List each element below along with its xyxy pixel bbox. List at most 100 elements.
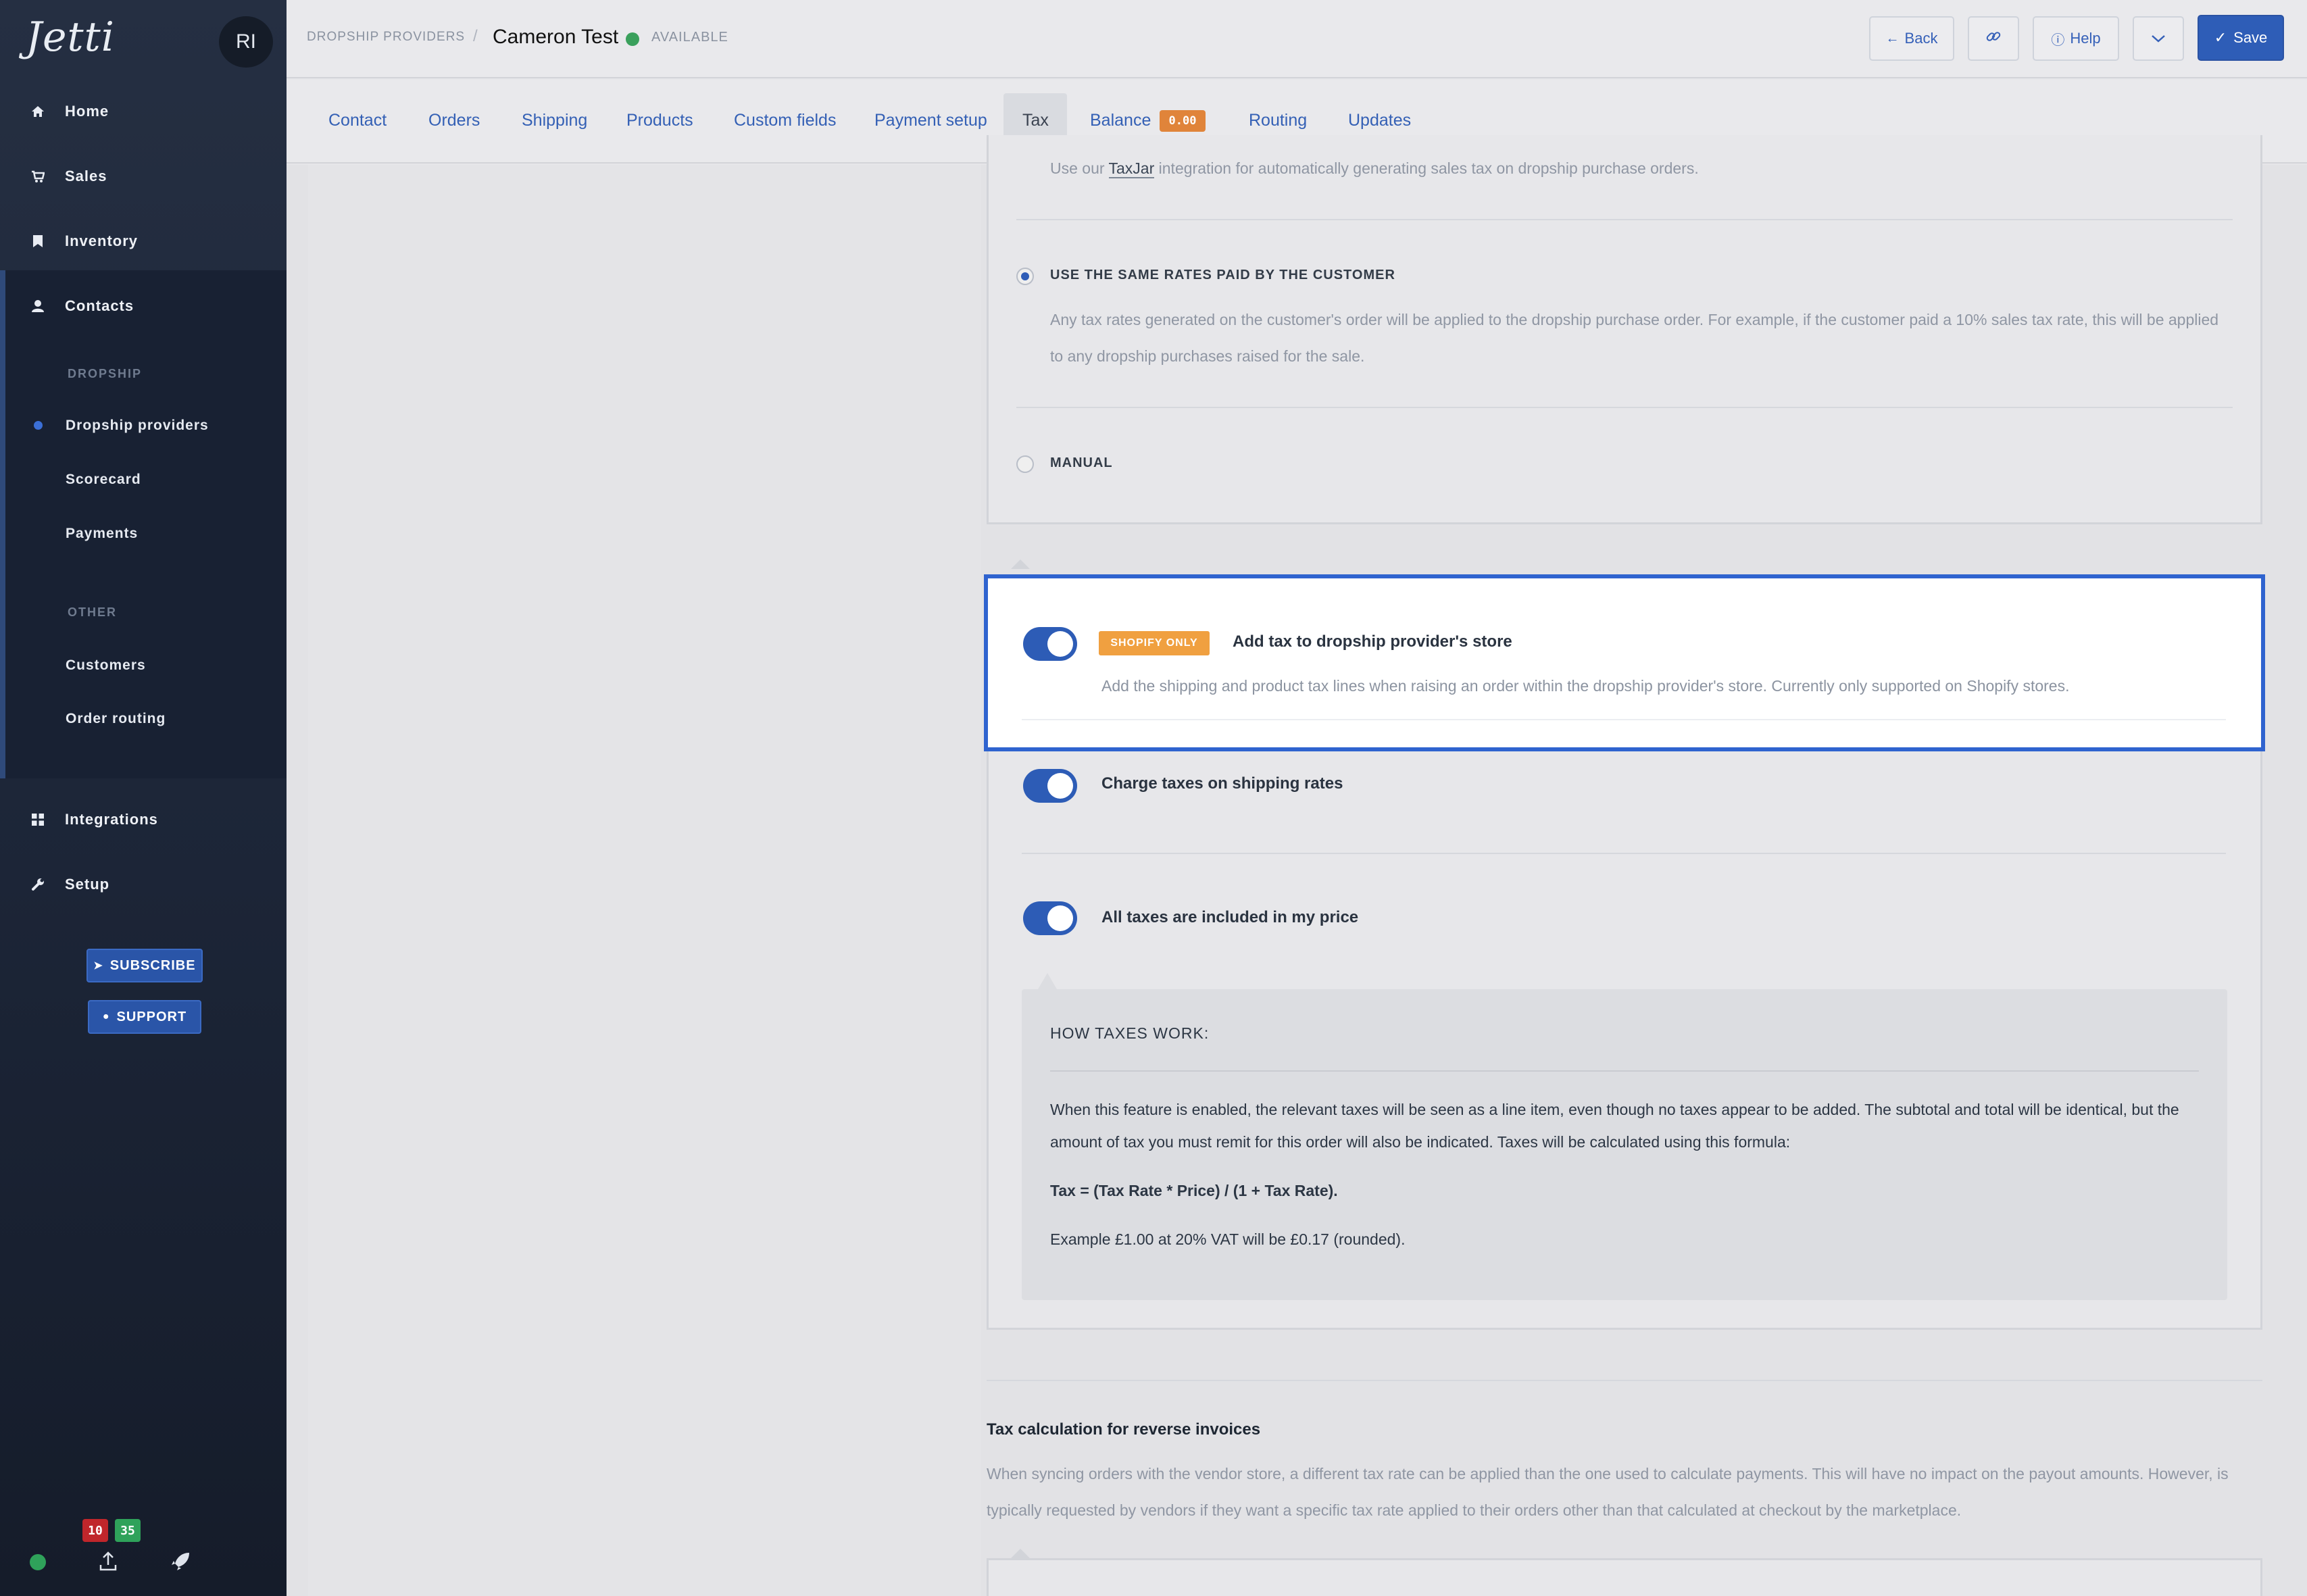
status-dot-icon	[626, 32, 639, 46]
taxjar-description: Use our TaxJar integration for automatic…	[1050, 150, 1699, 186]
how-taxes-title: HOW TAXES WORK:	[1050, 1024, 1210, 1042]
more-dropdown-button[interactable]	[2133, 16, 2184, 61]
left-panel	[308, 165, 981, 1596]
support-button[interactable]: ● SUPPORT	[88, 1000, 201, 1034]
option-manual-label: MANUAL	[1050, 455, 1113, 470]
notification-badge-green[interactable]: 35	[115, 1519, 141, 1542]
subscribe-label: SUBSCRIBE	[109, 957, 196, 973]
tab-balance[interactable]: Balance	[1090, 111, 1151, 130]
sidebar-item-label: Home	[65, 103, 109, 120]
avatar[interactable]: RI	[219, 16, 273, 68]
taxjar-post-text: integration for automatically generating…	[1154, 159, 1699, 177]
sidebar-item-integrations[interactable]: Integrations	[31, 811, 158, 828]
bookmark-icon	[31, 234, 45, 248]
charge-shipping-tax-toggle[interactable]	[1023, 769, 1077, 803]
sidebar-item-setup[interactable]: Setup	[31, 876, 109, 893]
sidebar-item-order-routing[interactable]: Order routing	[66, 711, 166, 727]
jetti-logo[interactable]: Jetti	[26, 14, 115, 61]
sidebar-item-payments[interactable]: Payments	[66, 526, 138, 542]
divider	[1016, 407, 2233, 408]
sidebar-item-customers[interactable]: Customers	[66, 657, 146, 674]
breadcrumb[interactable]: DROPSHIP PROVIDERS	[307, 30, 465, 45]
tab-contact[interactable]: Contact	[328, 111, 387, 130]
add-tax-label: Add tax to dropship provider's store	[1233, 632, 1512, 651]
tab-shipping[interactable]: Shipping	[522, 111, 587, 130]
status-badge: AVAILABLE	[651, 30, 728, 45]
sidebar-item-label: Integrations	[65, 811, 158, 828]
breadcrumb-separator: /	[473, 27, 478, 45]
add-tax-description: Add the shipping and product tax lines w…	[1101, 677, 2070, 695]
other-section-label: OTHER	[68, 605, 117, 619]
tab-orders[interactable]: Orders	[428, 111, 480, 130]
save-button[interactable]: ✓ Save	[2198, 15, 2284, 61]
sidebar: Jetti RI Home Sales Inventory Contacts D…	[0, 0, 287, 1596]
sidebar-item-contacts[interactable]: Contacts	[31, 297, 134, 315]
help-label: Help	[2070, 30, 2101, 47]
dropship-section-label: DROPSHIP	[68, 367, 143, 380]
wrench-icon	[31, 878, 45, 891]
sidebar-item-scorecard[interactable]: Scorecard	[66, 472, 141, 488]
divider	[1022, 853, 2226, 854]
divider	[1050, 1070, 2199, 1072]
tab-updates[interactable]: Updates	[1348, 111, 1411, 130]
back-button[interactable]: ← Back	[1869, 16, 1954, 61]
help-button[interactable]: ⓘ Help	[2033, 16, 2119, 61]
sidebar-item-home[interactable]: Home	[31, 103, 109, 120]
caret	[1011, 559, 1030, 569]
reverse-invoices-title: Tax calculation for reverse invoices	[987, 1420, 1261, 1439]
tab-products[interactable]: Products	[626, 111, 693, 130]
support-label: SUPPORT	[116, 1009, 187, 1024]
save-label: Save	[2233, 29, 2268, 46]
taxjar-link[interactable]: TaxJar	[1108, 159, 1155, 178]
tab-routing[interactable]: Routing	[1249, 111, 1307, 130]
sidebar-item-dropship-providers[interactable]: Dropship providers	[66, 418, 209, 434]
page-title: Cameron Test	[493, 26, 619, 48]
shopify-only-badge: SHOPIFY ONLY	[1099, 631, 1210, 655]
option-same-rates-description: Any tax rates generated on the customer'…	[1050, 311, 2219, 365]
taxjar-pre-text: Use our	[1050, 159, 1109, 177]
chevron-down-icon	[2151, 30, 2166, 47]
contacts-section	[0, 270, 287, 778]
online-status-icon	[30, 1554, 46, 1570]
check-icon: ✓	[2214, 29, 2227, 46]
reverse-invoices-description: When syncing orders with the vendor stor…	[987, 1465, 2229, 1519]
sidebar-item-sales[interactable]: Sales	[31, 168, 107, 185]
link-button[interactable]	[1968, 16, 2019, 61]
active-indicator	[34, 421, 43, 430]
tab-payment-setup[interactable]: Payment setup	[874, 111, 987, 130]
help-circle-icon: ⓘ	[2051, 32, 2065, 48]
add-tax-toggle[interactable]	[1023, 627, 1077, 661]
balance-badge: 0.00	[1160, 110, 1206, 132]
notification-badge-red[interactable]: 10	[82, 1519, 108, 1542]
sidebar-item-label: Sales	[65, 168, 107, 184]
link-icon	[1985, 28, 2002, 49]
tab-tax[interactable]: Tax	[1022, 111, 1049, 130]
divider	[1022, 719, 2226, 720]
taxes-included-toggle[interactable]	[1023, 901, 1077, 935]
help-circle-icon: ●	[102, 1011, 110, 1022]
subscribe-button[interactable]: ➤ SUBSCRIBE	[86, 949, 203, 982]
upload-icon[interactable]	[99, 1551, 118, 1575]
rocket-icon[interactable]	[170, 1551, 191, 1575]
radio-same-rates[interactable]	[1016, 268, 1034, 285]
send-icon: ➤	[93, 960, 103, 972]
caret	[1038, 973, 1057, 989]
option-same-rates-label: USE THE SAME RATES PAID BY THE CUSTOMER	[1050, 268, 1395, 282]
caret	[1011, 1549, 1030, 1558]
tab-custom-fields[interactable]: Custom fields	[734, 111, 836, 130]
arrow-left-icon: ←	[1885, 30, 1900, 46]
divider	[987, 1380, 2262, 1381]
charge-shipping-tax-label: Charge taxes on shipping rates	[1101, 774, 1343, 793]
tax-example: Example £1.00 at 20% VAT will be £0.17 (…	[1050, 1230, 1406, 1248]
home-icon	[31, 105, 45, 118]
sidebar-item-label: Contacts	[65, 297, 134, 314]
back-label: Back	[1904, 30, 1938, 47]
reverse-invoices-card	[987, 1558, 2262, 1596]
divider	[1016, 219, 2233, 220]
sidebar-item-label: Inventory	[65, 232, 139, 249]
highlight-box	[984, 574, 2265, 751]
cart-icon	[31, 170, 45, 183]
sidebar-item-inventory[interactable]: Inventory	[31, 232, 138, 250]
radio-manual[interactable]	[1016, 455, 1034, 473]
sidebar-item-label: Setup	[65, 876, 110, 893]
